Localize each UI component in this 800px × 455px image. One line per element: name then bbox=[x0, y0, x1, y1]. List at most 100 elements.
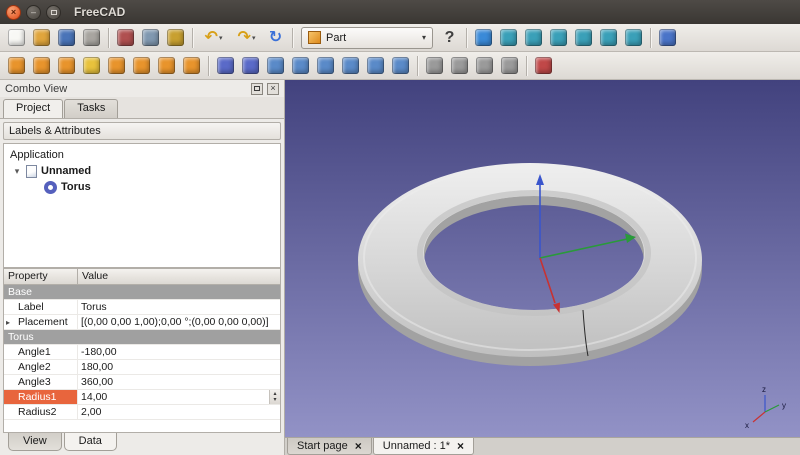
property-name: Angle2 bbox=[4, 360, 78, 374]
doc-tab-start-page[interactable]: Start page× bbox=[287, 438, 372, 455]
boolean-icon[interactable] bbox=[422, 54, 447, 78]
sweep-icon[interactable] bbox=[388, 54, 413, 78]
fillet-icon[interactable] bbox=[288, 54, 313, 78]
view-bottom-icon[interactable] bbox=[621, 26, 646, 50]
toolbar-separator bbox=[292, 28, 293, 48]
copy-icon[interactable] bbox=[138, 26, 163, 50]
tab-data[interactable]: Data bbox=[64, 433, 117, 451]
model-tree: Application ▾ Unnamed Torus bbox=[3, 143, 281, 268]
labels-attributes-header: Labels & Attributes bbox=[3, 122, 281, 140]
expander-icon[interactable]: ▾ bbox=[12, 166, 22, 177]
boolean-cut-icon[interactable] bbox=[447, 54, 472, 78]
property-row-placement[interactable]: ▸Placement[(0,00 0,00 1,00);0,00 °;(0,00… bbox=[4, 315, 280, 330]
titlebar: × – FreeCAD bbox=[0, 0, 800, 24]
mirror-icon[interactable] bbox=[263, 54, 288, 78]
cut-icon[interactable] bbox=[113, 26, 138, 50]
doc-tab-unnamed-1-[interactable]: Unnamed : 1* × bbox=[373, 438, 474, 455]
value-spinner[interactable]: ▴▾ bbox=[269, 390, 280, 404]
property-value-text: 2,00 bbox=[81, 405, 280, 419]
expand-arrow-icon[interactable]: ▸ bbox=[6, 316, 10, 329]
view-right-icon[interactable] bbox=[571, 26, 596, 50]
property-row-angle1[interactable]: Angle1-180,00 bbox=[4, 345, 280, 360]
property-value[interactable]: -180,00 bbox=[78, 345, 280, 359]
tree-item-torus[interactable]: Torus bbox=[6, 179, 278, 195]
minimize-button[interactable]: – bbox=[26, 5, 41, 20]
chevron-down-icon[interactable]: ▾ bbox=[219, 34, 223, 42]
open-document-icon[interactable] bbox=[29, 26, 54, 50]
undo-icon[interactable]: ↶▾ bbox=[197, 26, 230, 50]
property-value[interactable]: [(0,00 0,00 1,00);0,00 °;(0,00 0,00 0,00… bbox=[78, 315, 280, 329]
tab-view[interactable]: View bbox=[8, 433, 62, 451]
cone-icon[interactable] bbox=[79, 54, 104, 78]
cylinder-icon[interactable] bbox=[29, 54, 54, 78]
mini-axis-y-label: y bbox=[782, 401, 786, 410]
cross-sections-icon[interactable] bbox=[531, 54, 556, 78]
property-row-radius2[interactable]: Radius22,00 bbox=[4, 405, 280, 420]
combo-view-tabs: ProjectTasks bbox=[0, 97, 284, 119]
property-value[interactable]: Torus bbox=[78, 300, 280, 314]
toolbar-separator bbox=[192, 28, 193, 48]
3d-scene[interactable]: z x y bbox=[285, 80, 800, 437]
property-value[interactable]: 2,00 bbox=[78, 405, 280, 419]
float-panel-button[interactable] bbox=[251, 83, 263, 95]
toolbar-separator bbox=[108, 28, 109, 48]
combo-view-panel: Combo View × ProjectTasks Labels & Attri… bbox=[0, 80, 285, 455]
property-value[interactable]: 180,00 bbox=[78, 360, 280, 374]
sphere-icon[interactable] bbox=[54, 54, 79, 78]
tree-item-document[interactable]: ▾ Unnamed bbox=[6, 163, 278, 179]
tab-project[interactable]: Project bbox=[3, 99, 63, 118]
extrude-icon[interactable] bbox=[213, 54, 238, 78]
boolean-union-icon[interactable] bbox=[472, 54, 497, 78]
revolve-icon[interactable] bbox=[238, 54, 263, 78]
close-tab-icon[interactable]: × bbox=[355, 440, 362, 452]
view-top-icon[interactable] bbox=[546, 26, 571, 50]
make-face-icon[interactable] bbox=[338, 54, 363, 78]
doc-tab-label: Unnamed : 1* bbox=[383, 440, 450, 452]
toolbar-separator bbox=[466, 28, 467, 48]
3d-viewport[interactable]: z x y bbox=[285, 80, 800, 437]
new-document-icon[interactable] bbox=[4, 26, 29, 50]
property-group-torus[interactable]: Torus bbox=[4, 330, 280, 345]
property-row-angle2[interactable]: Angle2180,00 bbox=[4, 360, 280, 375]
torus-icon[interactable] bbox=[104, 54, 129, 78]
maximize-icon bbox=[51, 10, 57, 15]
property-row-label[interactable]: LabelTorus bbox=[4, 300, 280, 315]
tab-tasks[interactable]: Tasks bbox=[64, 99, 118, 118]
chevron-down-icon[interactable]: ▾ bbox=[252, 34, 256, 42]
tree-item-application[interactable]: Application bbox=[6, 147, 278, 163]
maximize-button[interactable] bbox=[46, 5, 61, 20]
property-value-text: [(0,00 0,00 1,00);0,00 °;(0,00 0,00 0,00… bbox=[81, 315, 280, 329]
print-icon[interactable] bbox=[79, 26, 104, 50]
close-panel-button[interactable]: × bbox=[267, 83, 279, 95]
close-button[interactable]: × bbox=[6, 5, 21, 20]
loft-icon[interactable] bbox=[363, 54, 388, 78]
chevron-down-icon: ▾ bbox=[422, 33, 426, 42]
view-axonometric-icon[interactable] bbox=[496, 26, 521, 50]
property-row-radius1[interactable]: Radius114,00▴▾ bbox=[4, 390, 280, 405]
shape-builder-icon[interactable] bbox=[179, 54, 204, 78]
save-document-icon[interactable] bbox=[54, 26, 79, 50]
measure-distance-icon[interactable] bbox=[655, 26, 680, 50]
refresh-icon[interactable]: ↻ bbox=[263, 26, 288, 50]
view-front-icon[interactable] bbox=[521, 26, 546, 50]
property-value[interactable]: 14,00▴▾ bbox=[78, 390, 280, 404]
whats-this-icon[interactable]: ? bbox=[437, 26, 462, 50]
property-group-base[interactable]: Base bbox=[4, 285, 280, 300]
tree-label: Torus bbox=[61, 181, 91, 193]
view-rear-icon[interactable] bbox=[596, 26, 621, 50]
box-icon[interactable] bbox=[4, 54, 29, 78]
close-tab-icon[interactable]: × bbox=[457, 440, 464, 452]
property-value[interactable]: 360,00 bbox=[78, 375, 280, 389]
spin-down-icon[interactable]: ▾ bbox=[273, 397, 276, 403]
chamfer-icon[interactable] bbox=[313, 54, 338, 78]
property-row-angle3[interactable]: Angle3360,00 bbox=[4, 375, 280, 390]
paste-icon[interactable] bbox=[163, 26, 188, 50]
tube-icon[interactable] bbox=[129, 54, 154, 78]
workbench-selector[interactable]: Part▾ bbox=[301, 27, 433, 49]
float-icon bbox=[254, 86, 260, 91]
mini-axis-x-label: x bbox=[745, 421, 749, 430]
boolean-intersection-icon[interactable] bbox=[497, 54, 522, 78]
create-primitives-icon[interactable] bbox=[154, 54, 179, 78]
redo-icon[interactable]: ↷▾ bbox=[230, 26, 263, 50]
zoom-fit-all-icon[interactable] bbox=[471, 26, 496, 50]
